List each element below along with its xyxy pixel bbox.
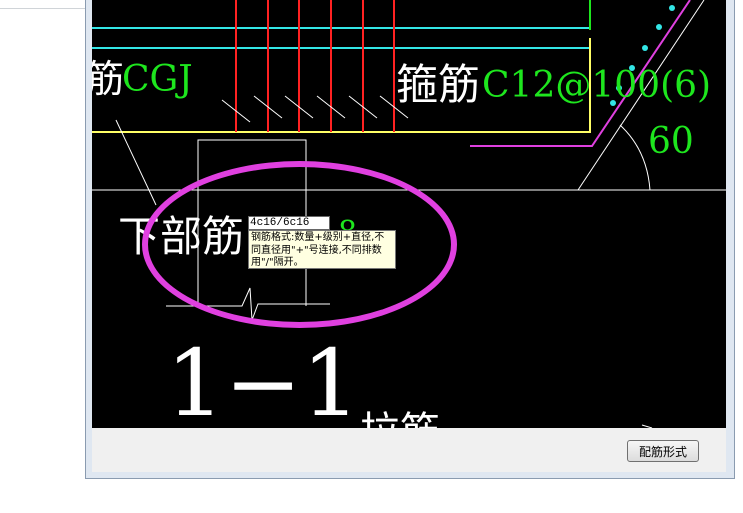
- label-cgj-code: CGJ: [122, 59, 193, 100]
- label-partial-bottom: 拉筋: [360, 412, 440, 428]
- break-symbol: [166, 287, 330, 321]
- label-cgj-prefix: 筋: [92, 57, 125, 101]
- cad-drawing-canvas[interactable]: 筋 CGJ 箍筋 C12@100(6) 60 下部筋 8 1−1 拉筋 钢筋格式…: [92, 0, 726, 428]
- dialog-footer: 配筋形式: [92, 428, 726, 472]
- tick-marks: [221, 95, 409, 123]
- label-stirrup: 箍筋: [396, 60, 481, 109]
- section-label: 1−1: [166, 330, 361, 429]
- rebar-input-field[interactable]: [248, 216, 330, 230]
- label-stirrup-spec: C12@100(6): [482, 65, 712, 106]
- rebar-pattern-button[interactable]: 配筋形式: [627, 440, 699, 462]
- desktop-divider: [0, 8, 86, 9]
- label-bottom-bar: 下部筋: [118, 212, 245, 261]
- angle-arc: [619, 124, 651, 191]
- label-angle: 60: [648, 121, 694, 162]
- format-tooltip: 钢筋格式:数量+级别+直径,不同直径用"+"号连接,不同排数用"/"隔开。: [248, 230, 396, 269]
